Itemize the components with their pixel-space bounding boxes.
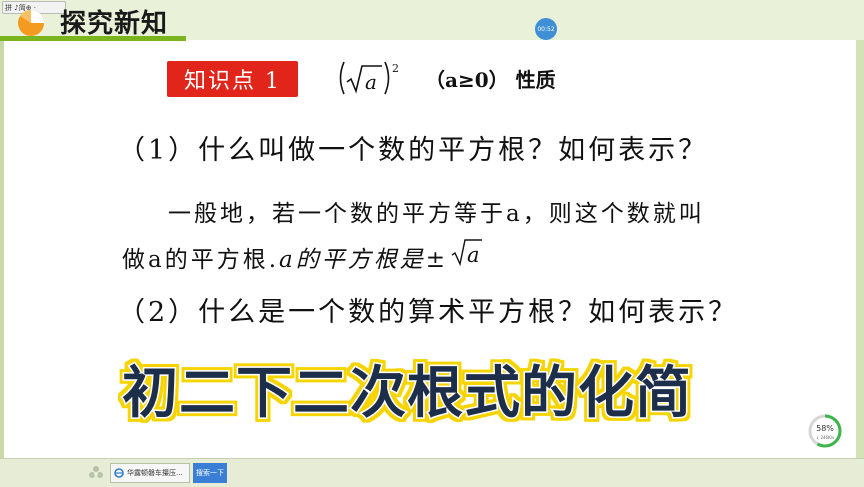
definition-line-1: 一般地，若一个数的平方等于a，则这个数就叫 bbox=[168, 201, 705, 227]
overlay-caption-text: 初二下二次根式的化简 bbox=[122, 361, 692, 426]
condition-label: （a≥0） 性质 bbox=[425, 64, 556, 93]
sqrt-variable: a bbox=[467, 243, 483, 267]
section-title: 探究新知 bbox=[60, 9, 169, 39]
pie-logo-icon bbox=[18, 9, 44, 36]
taskbar-browser-button[interactable]: 华露顿磐车攥压... bbox=[110, 463, 190, 483]
definition-italic: a的平方根是 bbox=[279, 247, 426, 273]
right-frame-border bbox=[856, 0, 864, 486]
ie-browser-icon bbox=[114, 468, 124, 478]
taskbar-search-button[interactable]: 搜索一下 bbox=[193, 463, 227, 483]
condition-range: （a≥0） bbox=[425, 68, 509, 92]
left-frame-border bbox=[0, 0, 4, 486]
timer-badge[interactable]: 00:52 bbox=[535, 18, 557, 40]
speed-percent: 58% bbox=[816, 424, 834, 433]
formula-exponent: 2 bbox=[392, 62, 399, 75]
start-flower-icon[interactable] bbox=[88, 465, 104, 481]
taskbar: 华露顿磐车攥压... 搜索一下 bbox=[0, 458, 864, 487]
definition-prefix: 做a的平方根. bbox=[122, 247, 280, 273]
sqrt-squared-formula: a 2 bbox=[339, 61, 399, 95]
question-1: （1）什么叫做一个数的平方根？如何表示？ bbox=[118, 135, 709, 166]
speed-rate: ↓ 246K/s bbox=[816, 435, 834, 440]
sqrt-a-symbol: a bbox=[451, 239, 483, 267]
condition-text: 性质 bbox=[515, 68, 556, 92]
formula-variable: a bbox=[365, 70, 377, 94]
network-speed-widget[interactable]: 58% ↓ 246K/s bbox=[808, 414, 842, 448]
question-2: （2）什么是一个数的算术平方根？如何表示？ bbox=[118, 297, 739, 328]
knowledge-point-badge: 知识点 1 bbox=[167, 61, 298, 97]
slide-canvas: 拼 ♪简⊕ · 探究新知 00:52 知识点 1 a 2 （a≥0） 性质 （1… bbox=[0, 0, 864, 487]
overlay-caption: 初二下二次根式的化简 bbox=[121, 360, 693, 428]
plus-minus-sign: ± bbox=[425, 247, 449, 273]
browser-label: 华露顿磐车攥压... bbox=[127, 469, 183, 477]
title-underline bbox=[0, 36, 186, 41]
definition-line-2: 做a的平方根. a的平方根是 ± a bbox=[122, 237, 484, 274]
